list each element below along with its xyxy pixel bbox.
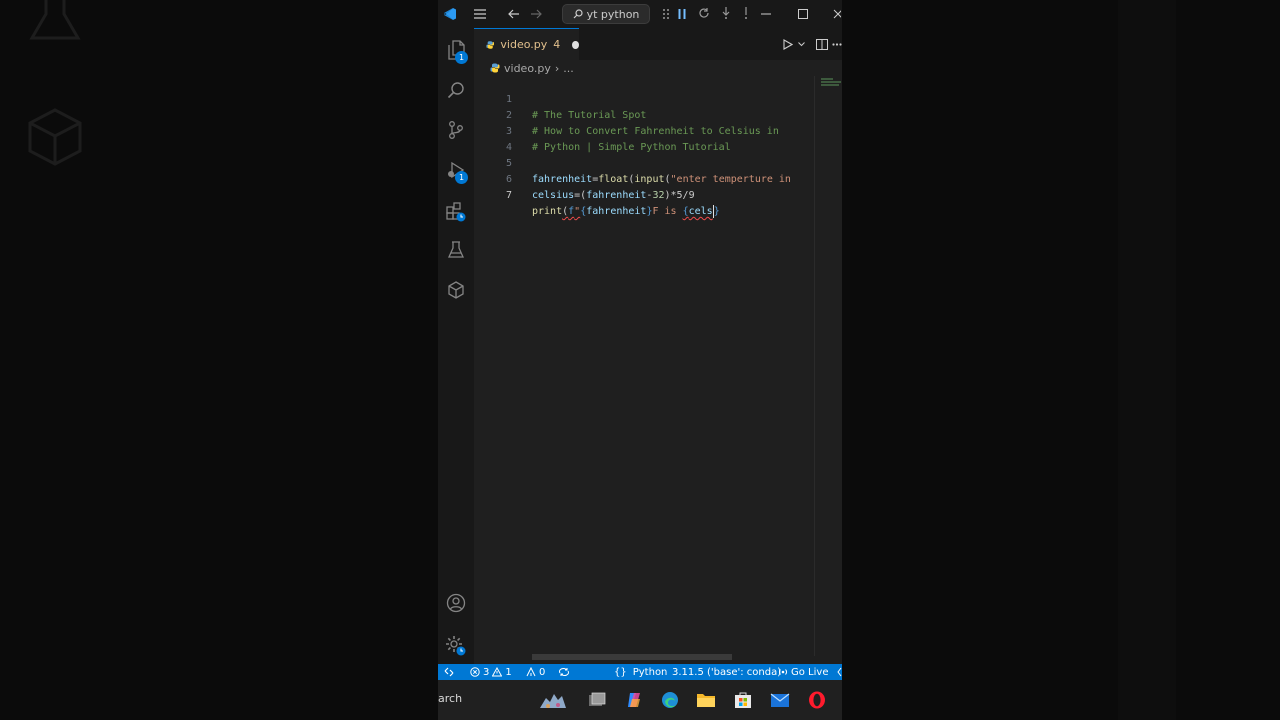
- code-line: 4: [474, 124, 842, 153]
- ports-count: 0: [539, 666, 546, 678]
- split-editor-icon[interactable]: [814, 36, 830, 52]
- extensions-icon[interactable]: [438, 194, 474, 230]
- breadcrumb: video.py › ...: [490, 60, 574, 76]
- remote-explorer-icon[interactable]: [438, 272, 474, 308]
- source-control-icon[interactable]: [438, 112, 474, 148]
- code-line: 6 celsius=(fahrenheit-32)*5/9: [474, 156, 842, 201]
- close-icon[interactable]: [832, 6, 842, 22]
- edge-icon[interactable]: [660, 690, 680, 710]
- task-view-icon[interactable]: [587, 690, 607, 710]
- testing-icon[interactable]: [438, 232, 474, 268]
- language-braces: {}: [614, 666, 627, 678]
- interpreter-label: 3.11.5 ('base': conda): [672, 666, 782, 678]
- debug-badge: 1: [455, 171, 468, 184]
- code-text: print(f"{fahrenheit}F is {cels}: [532, 204, 720, 218]
- broadcast-icon: [778, 669, 788, 675]
- minimap-line: [821, 84, 839, 86]
- ports-indicator[interactable]: 0: [526, 664, 545, 680]
- warning-count: 1: [505, 666, 512, 678]
- pause-icon[interactable]: [674, 6, 690, 22]
- account-icon[interactable]: [438, 585, 474, 621]
- mail-icon[interactable]: [770, 690, 790, 710]
- forward-icon[interactable]: [528, 6, 544, 22]
- go-live-button[interactable]: Go Live: [778, 664, 828, 680]
- background-right: [842, 0, 1280, 720]
- explorer-badge: 1: [455, 51, 468, 64]
- background-band: [1118, 0, 1176, 720]
- minimap[interactable]: [814, 76, 842, 656]
- run-file-icon[interactable]: [780, 36, 796, 52]
- search-icon[interactable]: [438, 72, 474, 108]
- vscode-window: yt python 1 1 video.py 4 video.py › ... …: [438, 0, 842, 720]
- cube-icon: [28, 108, 82, 166]
- maximize-icon[interactable]: [795, 6, 811, 22]
- code-line: 3 # Python | Simple Python Tutorial: [474, 108, 842, 153]
- copilot-icon[interactable]: [624, 690, 644, 710]
- python-file-icon: [490, 63, 500, 73]
- tab-filename: video.py: [500, 38, 548, 51]
- widgets-icon[interactable]: [538, 690, 568, 710]
- minimap-line: [821, 81, 841, 83]
- line-number: 7: [505, 190, 512, 201]
- code-line: 5 fahrenheit=float(input("enter tempertu…: [474, 140, 842, 185]
- command-center-label: yt python: [586, 7, 640, 21]
- command-center[interactable]: yt python: [562, 4, 650, 24]
- settings-icon[interactable]: [438, 628, 474, 664]
- explorer-icon[interactable]: 1: [438, 32, 474, 68]
- windows-taskbar: arch: [438, 680, 842, 720]
- code-editor[interactable]: 1 # The Tutorial Spot 2 # How to Convert…: [474, 76, 842, 660]
- more-actions-icon[interactable]: [832, 36, 842, 52]
- code-text: celsius=(fahrenheit-32)*5/9: [532, 190, 695, 201]
- title-bar: yt python: [438, 0, 842, 28]
- restart-icon[interactable]: [696, 5, 712, 21]
- file-explorer-icon[interactable]: [696, 690, 716, 710]
- tab-problems-count: 4: [553, 38, 561, 51]
- minimize-icon[interactable]: [758, 6, 774, 22]
- tab-bar: video.py 4: [474, 28, 842, 60]
- code-line: 1 # The Tutorial Spot: [474, 76, 842, 121]
- language-mode[interactable]: {} Python: [614, 664, 667, 680]
- error-icon: [470, 667, 480, 677]
- background-left: [0, 0, 438, 720]
- remote-indicator[interactable]: [438, 664, 460, 680]
- menu-icon[interactable]: [472, 6, 488, 22]
- search-icon: [573, 9, 583, 19]
- error-count: 3: [483, 666, 490, 678]
- vscode-logo-icon: [442, 6, 458, 22]
- sync-icon: [559, 668, 569, 676]
- opera-icon[interactable]: [807, 690, 827, 710]
- tab-video-py[interactable]: video.py 4: [474, 28, 579, 60]
- python-file-icon: [486, 40, 495, 49]
- back-icon[interactable]: [506, 6, 522, 22]
- horizontal-scrollbar[interactable]: [532, 654, 732, 660]
- run-dropdown-icon[interactable]: [796, 36, 806, 52]
- ports-icon: [526, 667, 536, 677]
- code-line: 2 # How to Convert Fahrenheit to Celsius…: [474, 92, 842, 137]
- go-live-label: Go Live: [791, 666, 829, 678]
- minimap-line: [821, 78, 833, 80]
- breadcrumb-file[interactable]: video.py: [504, 62, 551, 75]
- warning-icon: [492, 667, 503, 677]
- activity-bar: 1 1: [438, 28, 474, 664]
- interpreter-selector[interactable]: 3.11.5 ('base': conda): [672, 664, 781, 680]
- status-bar: 3 1 0 {} Python 3.11.5 ('base': conda) G…: [438, 664, 842, 680]
- notifications-icon[interactable]: [837, 664, 842, 680]
- drag-grip-icon[interactable]: [660, 6, 672, 22]
- breadcrumb-separator: ›: [554, 61, 560, 75]
- unsaved-dot-icon[interactable]: [572, 40, 579, 49]
- language-label: Python: [632, 666, 668, 678]
- run-debug-icon[interactable]: 1: [438, 152, 474, 188]
- remote-icon: [444, 667, 454, 677]
- store-icon[interactable]: [733, 690, 753, 710]
- breadcrumb-more[interactable]: ...: [563, 62, 574, 75]
- step-over-icon[interactable]: [718, 5, 734, 21]
- step-into-icon[interactable]: [738, 5, 754, 21]
- taskbar-search[interactable]: arch: [438, 692, 462, 705]
- flask-icon: [29, 0, 81, 40]
- sync-indicator[interactable]: [558, 664, 570, 680]
- problems-indicator[interactable]: 3 1: [470, 664, 512, 680]
- code-line-active: 7 print(f"{fahrenheit}F is {cels}: [474, 172, 842, 218]
